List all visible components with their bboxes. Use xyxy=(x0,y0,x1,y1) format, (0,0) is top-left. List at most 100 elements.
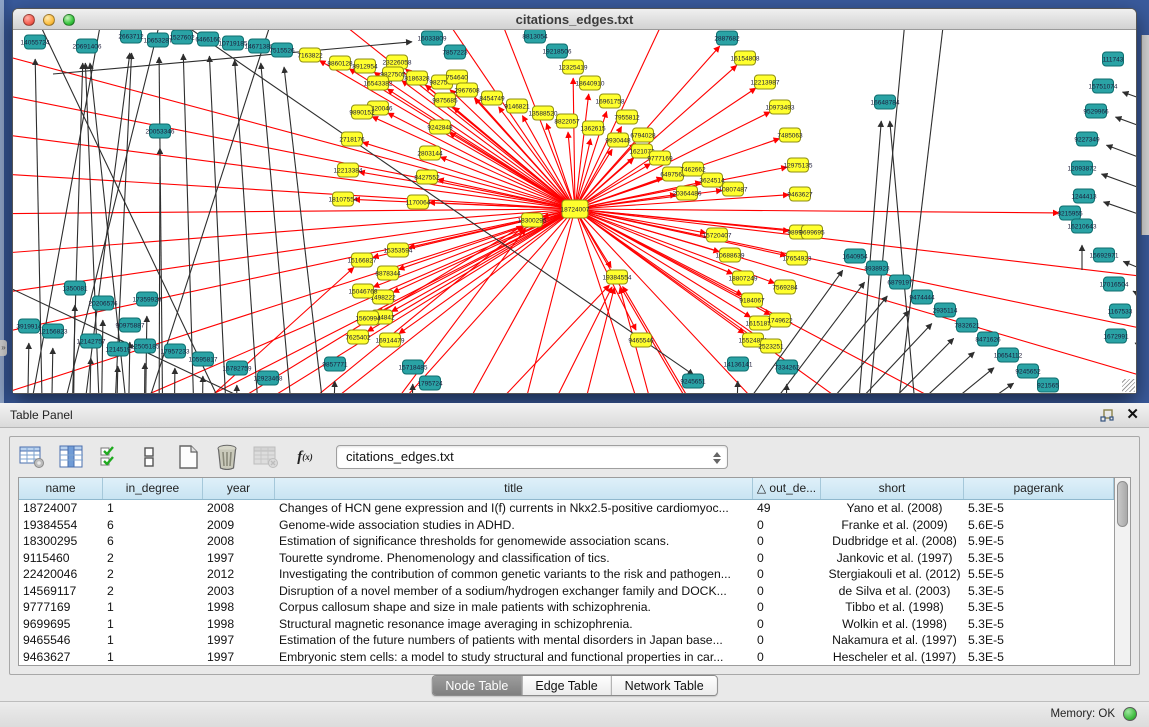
graph-node-label: 8938923 xyxy=(864,265,890,272)
table-cell: 19384554 xyxy=(19,517,103,534)
window-titlebar[interactable]: citations_edges.txt xyxy=(13,9,1136,30)
table-container: f(x) citations_edges.txt namein_degreeye… xyxy=(9,436,1140,675)
graph-node-label: 15166827 xyxy=(348,257,377,264)
table-rows: 1872400712008Changes of HCN gene express… xyxy=(19,500,1114,665)
graph-node-label: 7857223 xyxy=(442,49,468,56)
table-cell: 2 xyxy=(103,566,203,583)
close-panel-icon[interactable]: ✕ xyxy=(1126,407,1139,423)
table-row[interactable]: 2242004622012Investigating the contribut… xyxy=(19,566,1114,583)
table-cell: 5.5E-5 xyxy=(964,566,1114,583)
graph-node-label: 12213987 xyxy=(751,79,780,86)
table-row[interactable]: 1872400712008Changes of HCN gene express… xyxy=(19,500,1114,517)
delete-rows-icon[interactable] xyxy=(213,443,241,471)
column-checklist-icon[interactable] xyxy=(96,443,124,471)
table-cell: 5.3E-5 xyxy=(964,599,1114,616)
table-cell: 9463627 xyxy=(19,649,103,666)
table-cell: 6 xyxy=(103,517,203,534)
row-selector-icon[interactable] xyxy=(135,443,163,471)
float-panel-icon[interactable] xyxy=(1100,409,1114,422)
table-cell: Hescheler et al. (1997) xyxy=(821,649,964,666)
graph-node-label: 15046768 xyxy=(349,288,378,295)
column-header-title[interactable]: title xyxy=(275,478,753,499)
table-row[interactable]: 1456911722003Disruption of a novel membe… xyxy=(19,583,1114,600)
graph-node-label: 10654112 xyxy=(994,352,1023,359)
table-cell: Investigating the contribution of common… xyxy=(275,566,753,583)
graph-node-label: 1795724 xyxy=(417,380,443,387)
graph-node-label: 9465546 xyxy=(628,337,654,344)
table-row[interactable]: 946362711997Embryonic stem cells: a mode… xyxy=(19,649,1114,666)
table-vertical-scrollbar[interactable] xyxy=(1115,477,1131,666)
new-table-icon[interactable] xyxy=(174,443,202,471)
graph-node-label: 15720407 xyxy=(703,232,732,239)
graph-node-label: 15353594 xyxy=(384,247,413,254)
table-cell: 2012 xyxy=(203,566,275,583)
table-select-value: citations_edges.txt xyxy=(346,449,454,464)
graph-node-label: 10595817 xyxy=(189,356,218,363)
table-cell: 22420046 xyxy=(19,566,103,583)
graph-node-label: 15751074 xyxy=(1089,83,1118,90)
table-panel-title: Table Panel xyxy=(10,408,73,422)
table-cell: 18724007 xyxy=(19,500,103,517)
node-table[interactable]: namein_degreeyeartitle△ out_de...shortpa… xyxy=(18,477,1115,666)
panel-collapse-handle[interactable]: » xyxy=(0,340,7,356)
graph-node-label: 16782759 xyxy=(223,365,252,372)
table-row[interactable]: 911546021997Tourette syndrome. Phenomeno… xyxy=(19,550,1114,567)
scrollbar-thumb[interactable] xyxy=(1117,481,1128,527)
function-builder-icon[interactable]: f(x) xyxy=(291,443,319,471)
show-columns-icon[interactable] xyxy=(57,443,85,471)
table-cell: 9699695 xyxy=(19,616,103,633)
table-row[interactable]: 977716911998Corpus callosum shape and si… xyxy=(19,599,1114,616)
graph-node-label: 90975887 xyxy=(116,322,145,329)
graph-node-label: 12325419 xyxy=(559,64,588,71)
graph-node-label: 1214519 xyxy=(105,346,131,353)
table-row[interactable]: 969969511998Structural magnetic resonanc… xyxy=(19,616,1114,633)
table-settings-icon[interactable] xyxy=(18,443,46,471)
column-header-out_de[interactable]: △ out_de... xyxy=(753,478,821,499)
graph-node-label: 10688639 xyxy=(716,252,745,259)
column-header-name[interactable]: name xyxy=(19,478,103,499)
table-cell: 2 xyxy=(103,550,203,567)
table-row[interactable]: 1938455462009Genome-wide association stu… xyxy=(19,517,1114,534)
graph-node-label: 8822057 xyxy=(554,118,580,125)
graph-node-label: 10719185 xyxy=(219,40,248,47)
graph-node-label: 15692971 xyxy=(1090,252,1119,259)
graph-node-label: 9227349 xyxy=(1074,136,1100,143)
tab-node-table[interactable]: Node Table xyxy=(432,676,522,695)
table-row[interactable]: 1830029562008Estimation of significance … xyxy=(19,533,1114,550)
graph-node-label: 8427552 xyxy=(414,174,440,181)
table-cell: 2 xyxy=(103,583,203,600)
graph-node-label: 8471626 xyxy=(975,336,1001,343)
column-header-pagerank[interactable]: pagerank xyxy=(964,478,1114,499)
table-row[interactable]: 946554611997Estimation of the future num… xyxy=(19,632,1114,649)
table-cell: 2009 xyxy=(203,517,275,534)
window-resize-grip[interactable] xyxy=(1122,379,1135,392)
graph-node-label: 7462662 xyxy=(680,166,706,173)
table-cell: 5.3E-5 xyxy=(964,649,1114,666)
graph-node-label: 16543382 xyxy=(364,80,393,87)
status-bar: Memory: OK xyxy=(0,701,1149,727)
table-cell: Tourette syndrome. Phenomenology and cla… xyxy=(275,550,753,567)
table-cell: 1 xyxy=(103,500,203,517)
table-cell: Nakamura et al. (1997) xyxy=(821,632,964,649)
graph-node-label: 16648784 xyxy=(871,99,900,106)
window-title: citations_edges.txt xyxy=(13,12,1136,27)
memory-status-indicator[interactable] xyxy=(1123,707,1137,721)
graph-node-label: 6879197 xyxy=(887,279,913,286)
graph-node-label: 18107554 xyxy=(329,196,358,203)
graph-node-label: 9699695 xyxy=(799,229,825,236)
graph-node-label: 23226058 xyxy=(383,59,412,66)
table-cell: Estimation of significance thresholds fo… xyxy=(275,533,753,550)
table-cell: 0 xyxy=(753,583,821,600)
table-cell: Embryonic stem cells: a model to study s… xyxy=(275,649,753,666)
network-canvas[interactable]: 1405572420691406266371210653287152760264… xyxy=(13,30,1136,393)
table-cell: 5.9E-5 xyxy=(964,533,1114,550)
graph-node-label: 921565 xyxy=(1037,382,1059,389)
graph-node-label: 12923468 xyxy=(254,375,283,382)
table-cell: Dudbridge et al. (2008) xyxy=(821,533,964,550)
table-select-combobox[interactable]: citations_edges.txt xyxy=(336,445,728,469)
tab-network-table[interactable]: Network Table xyxy=(612,676,717,695)
tab-edge-table[interactable]: Edge Table xyxy=(522,676,611,695)
column-header-short[interactable]: short xyxy=(821,478,964,499)
column-header-in_degree[interactable]: in_degree xyxy=(103,478,203,499)
column-header-year[interactable]: year xyxy=(203,478,275,499)
